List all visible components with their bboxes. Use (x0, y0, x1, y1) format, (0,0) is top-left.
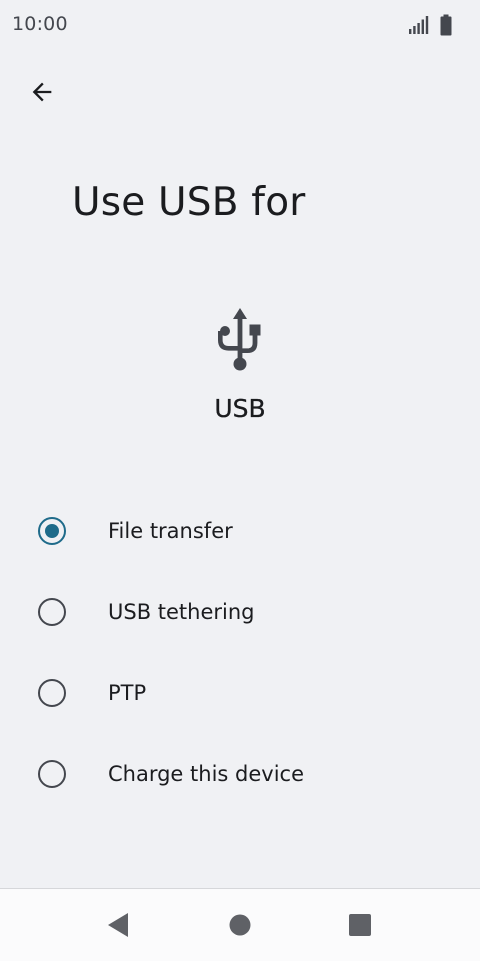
option-charge-this-device[interactable]: Charge this device (0, 733, 480, 814)
back-triangle-icon (108, 913, 128, 937)
recents-square-icon (349, 914, 371, 936)
usb-options-list: File transfer USB tethering PTP Charge t… (0, 490, 480, 814)
option-usb-tethering[interactable]: USB tethering (0, 571, 480, 652)
option-label: PTP (108, 680, 147, 705)
status-icons (408, 14, 452, 36)
home-circle-icon (229, 914, 251, 936)
battery-icon (440, 14, 452, 36)
back-button[interactable] (18, 68, 66, 116)
option-file-transfer[interactable]: File transfer (0, 490, 480, 571)
option-label: File transfer (108, 518, 233, 543)
signal-icon (409, 16, 429, 34)
nav-back-button[interactable] (78, 889, 158, 961)
option-label: USB tethering (108, 599, 255, 624)
device-label: USB (214, 394, 266, 423)
status-time: 10:00 (12, 13, 68, 35)
option-label: Charge this device (108, 761, 305, 786)
status-bar: 10:00 (0, 0, 480, 50)
radio-button-checked[interactable] (38, 516, 66, 545)
navigation-bar (0, 888, 480, 961)
nav-home-button[interactable] (200, 889, 280, 961)
arrow-back-icon (32, 82, 52, 102)
usb-icon (218, 308, 261, 371)
radio-button[interactable] (38, 597, 66, 626)
radio-button[interactable] (38, 759, 66, 788)
option-ptp[interactable]: PTP (0, 652, 480, 733)
page-title: Use USB for (72, 180, 306, 225)
radio-button[interactable] (38, 678, 66, 707)
nav-recents-button[interactable] (320, 889, 400, 961)
